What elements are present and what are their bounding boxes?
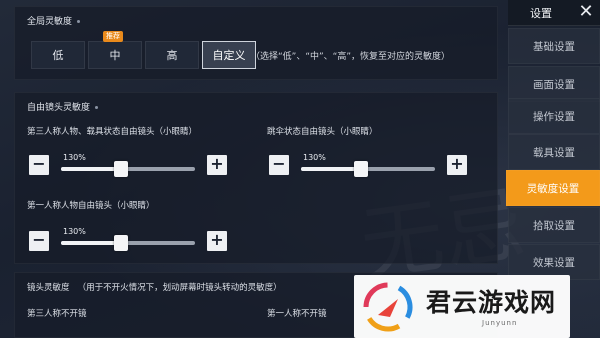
recommended-badge: 推荐: [103, 31, 123, 42]
slider-third-person-value: 130%: [63, 153, 86, 162]
third-person-no-scope-label: 第三人称不开镜: [27, 309, 87, 319]
slider-parachute-handle[interactable]: [354, 161, 369, 177]
camera-sensitivity-note: （用于不开火情况下，划动屏幕时镜头转动的灵敏度）: [77, 283, 282, 293]
slider-third-person-label: 第三人称人物、载具状态自由镜头（小眼睛）: [27, 127, 198, 137]
sidebar-item-sensitivity[interactable]: 灵敏度设置: [506, 170, 600, 206]
slider-first-person-handle[interactable]: [114, 235, 129, 251]
slider-parachute-plus-button[interactable]: +: [447, 155, 467, 175]
slider-fill: [61, 167, 122, 171]
title-dot: [77, 20, 81, 23]
slider-third-person-track[interactable]: [61, 161, 195, 177]
sidebar-header: 设置 ✕: [508, 0, 600, 26]
free-camera-panel: 自由镜头灵敏度 第三人称人物、载具状态自由镜头（小眼睛） − 130% + 跳伞…: [14, 92, 498, 264]
camera-sensitivity-title: 镜头灵敏度 （用于不开火情况下，划动屏幕时镜头转动的灵敏度）: [27, 283, 282, 293]
preset-high-button[interactable]: 高: [145, 41, 199, 69]
preset-medium-button[interactable]: 中: [88, 41, 142, 69]
slider-fill: [61, 241, 122, 245]
slider-third-person-minus-button[interactable]: −: [29, 155, 49, 175]
site-logo-text: 君云游戏网: [426, 288, 557, 317]
first-person-no-scope-label: 第一人称不开镜: [267, 309, 327, 319]
sidebar-item-vehicle[interactable]: 载具设置: [508, 134, 600, 170]
site-logo-icon: [363, 282, 413, 332]
settings-title: 设置: [530, 7, 552, 20]
sensitivity-preset-selector: 低 中 高 自定义 推荐: [31, 31, 259, 69]
slider-first-person-track[interactable]: [61, 235, 195, 251]
sidebar-item-basic[interactable]: 基础设置: [508, 28, 600, 64]
slider-first-person-label: 第一人称人物自由镜头（小眼睛）: [27, 201, 155, 211]
sidebar-item-pickup[interactable]: 拾取设置: [508, 207, 600, 243]
preset-custom-button[interactable]: 自定义: [202, 41, 256, 69]
title-dot: [95, 106, 99, 109]
slider-fill: [301, 167, 362, 171]
slider-first-person-minus-button[interactable]: −: [29, 231, 49, 251]
slider-parachute-label: 跳伞状态自由镜头（小眼睛）: [267, 127, 378, 137]
free-camera-title: 自由镜头灵敏度: [27, 100, 99, 113]
slider-third-person-handle[interactable]: [114, 161, 129, 177]
slider-parachute-track[interactable]: [301, 161, 435, 177]
preset-low-button[interactable]: 低: [31, 41, 85, 69]
site-logo-subtext: Junyunn: [482, 319, 518, 327]
global-sensitivity-title: 全局灵敏度: [27, 14, 81, 27]
slider-parachute-value: 130%: [303, 153, 326, 162]
global-sensitivity-panel: 全局灵敏度 低 中 高 自定义 推荐 （选择“低”、“中”、“高”，恢复至对应的…: [14, 6, 498, 80]
slider-first-person-plus-button[interactable]: +: [207, 231, 227, 251]
slider-third-person-plus-button[interactable]: +: [207, 155, 227, 175]
site-logo: 君云游戏网 Junyunn: [354, 275, 570, 338]
close-icon[interactable]: ✕: [576, 1, 596, 22]
slider-parachute-minus-button[interactable]: −: [269, 155, 289, 175]
preset-hint: （选择“低”、“中”、“高”，恢复至对应的灵敏度）: [251, 52, 450, 62]
slider-first-person-value: 130%: [63, 227, 86, 236]
sidebar-item-graphics[interactable]: 画面设置: [508, 66, 600, 102]
sidebar-item-controls[interactable]: 操作设置: [508, 98, 600, 134]
